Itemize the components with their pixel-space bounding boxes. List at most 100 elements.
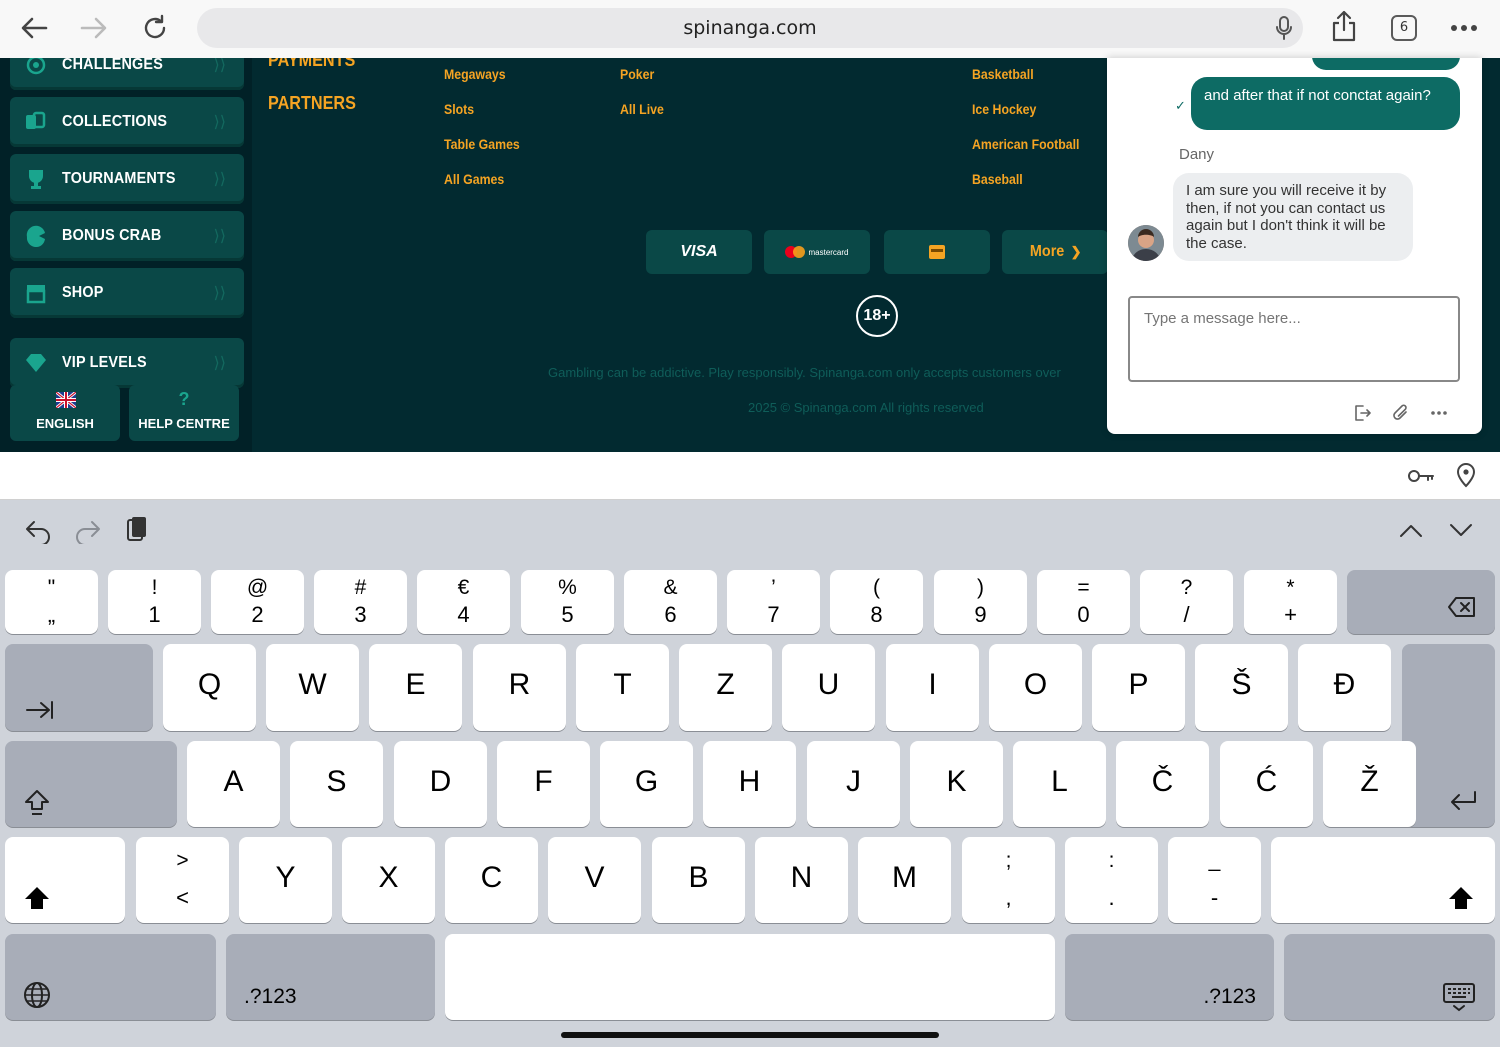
key-c-acute[interactable]: Ć <box>1220 741 1313 827</box>
sidebar-item-shop[interactable]: SHOP ⟩⟩ <box>10 268 244 318</box>
key-4[interactable]: €4 <box>417 570 510 634</box>
key-j[interactable]: J <box>807 741 900 827</box>
key-x[interactable]: X <box>342 837 435 923</box>
message-input-box[interactable] <box>1128 296 1460 382</box>
footer-link-baseball[interactable]: Baseball <box>972 171 1023 187</box>
globe-key[interactable] <box>5 934 216 1020</box>
key-angle-brackets[interactable]: > < <box>136 837 229 923</box>
key-m[interactable]: M <box>858 837 951 923</box>
key-7[interactable]: ’ 7 <box>727 570 820 634</box>
key-colon[interactable]: :. <box>1065 837 1158 923</box>
clipboard-paste-icon[interactable] <box>125 515 149 550</box>
undo-icon[interactable] <box>24 518 52 549</box>
key-y[interactable]: Y <box>239 837 332 923</box>
key-e[interactable]: E <box>369 644 462 731</box>
password-key-icon[interactable] <box>1407 466 1435 491</box>
key-t[interactable]: T <box>576 644 669 731</box>
back-button[interactable] <box>16 12 52 44</box>
help-centre-button[interactable]: ? HELP CENTRE <box>129 385 239 441</box>
chevron-up-icon[interactable] <box>1399 522 1423 543</box>
key-6[interactable]: & 6 <box>624 570 717 634</box>
payment-visa[interactable]: VISA <box>646 230 752 274</box>
tab-key[interactable] <box>5 644 153 731</box>
payment-more-button[interactable]: More ❯ <box>1002 230 1108 274</box>
reload-button[interactable] <box>137 12 173 44</box>
key-5[interactable]: % 5 <box>521 570 614 634</box>
key-1[interactable]: ! 1 <box>108 570 201 634</box>
key-o[interactable]: O <box>989 644 1082 731</box>
key-w[interactable]: W <box>266 644 359 731</box>
redo-icon[interactable] <box>74 518 102 549</box>
key-d-stroke[interactable]: Đ <box>1298 644 1391 731</box>
key-z-caron[interactable]: Ž <box>1323 741 1416 827</box>
key-f[interactable]: F <box>497 741 590 827</box>
key-s-caron[interactable]: Š <box>1195 644 1288 731</box>
message-input[interactable] <box>1144 310 1444 327</box>
share-button[interactable] <box>1326 10 1362 42</box>
key-a[interactable]: A <box>187 741 280 827</box>
sidebar-item-bonus-crab[interactable]: BONUS CRAB ⟩⟩ <box>10 211 244 261</box>
key-z[interactable]: Z <box>679 644 772 731</box>
key-v[interactable]: V <box>548 837 641 923</box>
address-bar[interactable]: spinanga.com <box>197 8 1303 48</box>
footer-link-table-games[interactable]: Table Games <box>444 136 520 152</box>
key-c-caron[interactable]: Č <box>1116 741 1209 827</box>
shift-key-left[interactable] <box>5 837 125 923</box>
footer-link-american-football[interactable]: American Football <box>972 136 1079 152</box>
forward-button[interactable] <box>76 12 112 44</box>
key-c[interactable]: C <box>445 837 538 923</box>
key-quote[interactable]: " „ <box>5 570 98 634</box>
numbers-key-left[interactable]: .?123 <box>226 934 435 1020</box>
key-9[interactable]: ) 9 <box>934 570 1027 634</box>
footer-link-poker[interactable]: Poker <box>620 66 654 82</box>
key-p[interactable]: P <box>1092 644 1185 731</box>
key-0[interactable]: = 0 <box>1037 570 1130 634</box>
key-n[interactable]: N <box>755 837 848 923</box>
numbers-key-right[interactable]: .?123 <box>1065 934 1274 1020</box>
chevron-down-icon[interactable] <box>1449 522 1473 543</box>
key-plus[interactable]: * + <box>1244 570 1337 634</box>
microphone-icon[interactable] <box>1275 16 1293 45</box>
key-2[interactable]: @2 <box>211 570 304 634</box>
footer-link-megaways[interactable]: Megaways <box>444 66 506 82</box>
sidebar-item-collections[interactable]: COLLECTIONS ⟩⟩ <box>10 97 244 147</box>
attach-file-button[interactable] <box>1391 403 1411 423</box>
space-bar[interactable] <box>445 934 1055 1020</box>
key-8[interactable]: (8 <box>830 570 923 634</box>
key-l[interactable]: L <box>1013 741 1106 827</box>
key-u[interactable]: U <box>782 644 875 731</box>
end-chat-button[interactable] <box>1352 403 1372 423</box>
key-i[interactable]: I <box>886 644 979 731</box>
partners-heading[interactable]: PARTNERS <box>268 93 356 114</box>
sidebar-item-tournaments[interactable]: TOURNAMENTS ⟩⟩ <box>10 154 244 204</box>
key-s[interactable]: S <box>290 741 383 827</box>
footer-link-all-live[interactable]: All Live <box>620 101 664 117</box>
language-button[interactable]: ENGLISH <box>10 385 120 441</box>
chat-options-button[interactable] <box>1429 403 1449 423</box>
key-d[interactable]: D <box>394 741 487 827</box>
tabs-button[interactable]: 6 <box>1391 15 1417 41</box>
hide-keyboard-key[interactable] <box>1284 934 1495 1020</box>
key-g[interactable]: G <box>600 741 693 827</box>
footer-link-slots[interactable]: Slots <box>444 101 474 117</box>
footer-link-basketball[interactable]: Basketball <box>972 66 1034 82</box>
backspace-key[interactable] <box>1347 570 1495 634</box>
payments-heading[interactable]: PAYMENTS <box>268 58 355 71</box>
key-k[interactable]: K <box>910 741 1003 827</box>
location-pin-icon[interactable] <box>1456 462 1476 493</box>
caps-lock-key[interactable] <box>5 741 177 827</box>
payment-mastercard[interactable]: mastercard <box>764 230 870 274</box>
footer-link-ice-hockey[interactable]: Ice Hockey <box>972 101 1036 117</box>
sidebar-item-challenges[interactable]: CHALLENGES ⟩⟩ <box>10 58 244 90</box>
more-menu-button[interactable] <box>1446 12 1482 44</box>
key-semicolon[interactable]: ;, <box>962 837 1055 923</box>
payment-voucher[interactable] <box>884 230 990 274</box>
key-dash[interactable]: _ - <box>1168 837 1261 923</box>
key-3[interactable]: #3 <box>314 570 407 634</box>
key-q[interactable]: Q <box>163 644 256 731</box>
key-slash[interactable]: ? / <box>1140 570 1233 634</box>
key-b[interactable]: B <box>652 837 745 923</box>
sidebar-item-vip-levels[interactable]: VIP LEVELS ⟩⟩ <box>10 338 244 388</box>
shift-key-right[interactable] <box>1271 837 1495 923</box>
footer-link-all-games[interactable]: All Games <box>444 171 504 187</box>
